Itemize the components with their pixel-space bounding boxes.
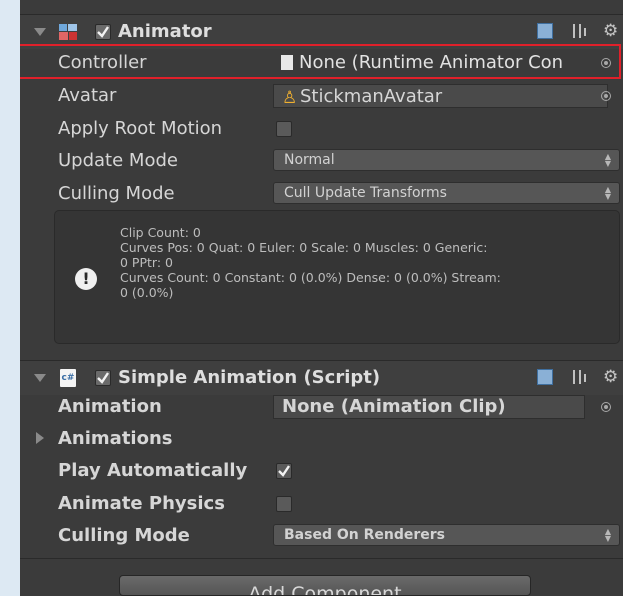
animator-info-box: ! Clip Count: 0 Curves Pos: 0 Quat: 0 Eu… [54,210,620,344]
animator-component-icon [58,22,78,42]
avatar-field[interactable]: ♙ StickmanAvatar [273,84,608,108]
simple-animation-title: Simple Animation (Script) [118,367,381,388]
simple-animation-header[interactable]: c# Simple Animation (Script) ⚙ [20,360,623,395]
apply-root-motion-label: Apply Root Motion [58,118,223,139]
play-automatically-checkbox[interactable] [276,463,292,479]
play-automatically-label: Play Automatically [58,460,248,481]
avatar-label: Avatar [58,85,117,106]
animations-label: Animations [58,428,173,449]
info-line: 0 PPtr: 0 [120,255,173,270]
presets-icon[interactable] [571,22,587,40]
presets-icon[interactable] [571,368,587,386]
gear-icon[interactable]: ⚙ [603,22,618,40]
avatar-row: Avatar ♙ StickmanAvatar [20,84,623,108]
selection-highlight [20,44,621,79]
apply-root-motion-checkbox[interactable] [276,121,292,137]
update-mode-dropdown[interactable]: Normal ▲ ▼ [273,149,620,171]
animation-field[interactable]: None (Animation Clip) [273,395,585,419]
dropdown-arrows-icon: ▲ ▼ [604,527,611,543]
dropdown-arrows-icon: ▲ ▼ [604,152,611,168]
culling-mode-dropdown[interactable]: Cull Update Transforms ▲ ▼ [273,182,620,204]
dropdown-arrows-icon: ▲ ▼ [604,185,611,201]
divider [20,558,623,559]
avatar-icon: ♙ [282,88,298,108]
object-picker-icon[interactable] [601,91,611,101]
script-file-icon: c# [60,369,76,387]
info-exclamation-icon: ! [75,268,97,290]
help-book-icon[interactable] [537,23,553,39]
simple-animation-enabled-checkbox[interactable] [95,370,111,386]
animator-title: Animator [118,21,212,42]
animation-label: Animation [58,396,162,417]
animation-row: Animation None (Animation Clip) [20,395,623,419]
sa-culling-mode-dropdown[interactable]: Based On Renderers ▲ ▼ [273,524,620,546]
animator-header-icons: ⚙ [537,21,623,43]
sa-culling-mode-row: Culling Mode Based On Renderers ▲ ▼ [20,524,623,548]
info-line: Clip Count: 0 [120,225,201,240]
animate-physics-row: Animate Physics [20,492,623,516]
add-component-button[interactable]: Add Component [119,575,531,596]
gear-icon[interactable]: ⚙ [603,368,618,386]
inspector-panel: Animator ⚙ Controller None (Runtime Anim… [20,0,623,596]
foldout-right-arrow-icon[interactable] [36,432,44,444]
sa-culling-mode-label: Culling Mode [58,525,190,546]
animate-physics-checkbox[interactable] [276,496,292,512]
apply-root-motion-row: Apply Root Motion [20,117,623,141]
foldout-arrow-icon[interactable] [34,374,46,382]
info-line: 0 (0.0%) [120,285,174,300]
info-line: Curves Count: 0 Constant: 0 (0.0%) Dense… [120,270,501,285]
animate-physics-label: Animate Physics [58,493,225,514]
animations-row[interactable]: Animations [20,427,623,451]
culling-mode-label: Culling Mode [58,183,175,204]
update-mode-label: Update Mode [58,150,178,171]
culling-mode-row: Culling Mode Cull Update Transforms ▲ ▼ [20,182,623,206]
animator-enabled-checkbox[interactable] [95,24,111,40]
play-automatically-row: Play Automatically [20,459,623,483]
update-mode-row: Update Mode Normal ▲ ▼ [20,149,623,173]
simple-animation-header-icons: ⚙ [537,367,623,389]
object-picker-icon[interactable] [601,402,611,412]
info-line: Curves Pos: 0 Quat: 0 Euler: 0 Scale: 0 … [120,240,488,255]
foldout-arrow-icon[interactable] [34,28,46,36]
help-book-icon[interactable] [537,369,553,385]
